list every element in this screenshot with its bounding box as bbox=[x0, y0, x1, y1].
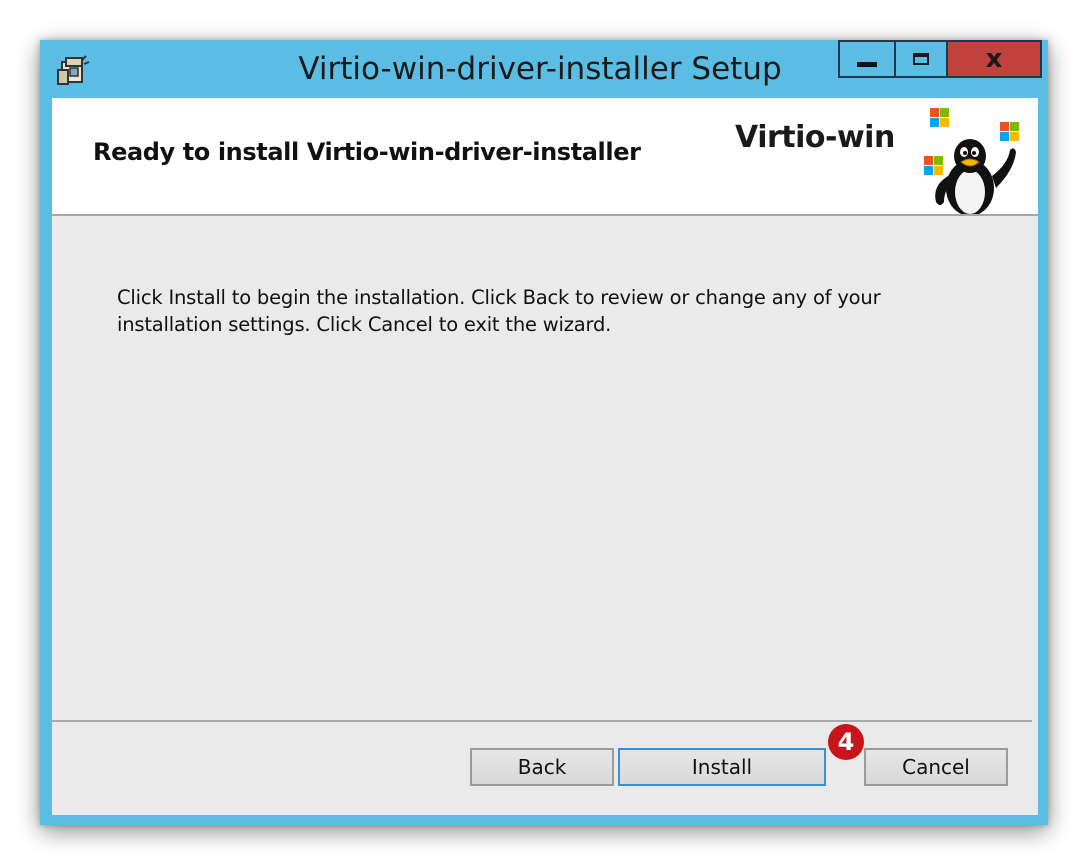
brand-name: Virtio-win bbox=[735, 120, 895, 155]
instruction-line-1: Click Install to begin the installation.… bbox=[117, 286, 881, 309]
tux-windows-logo-icon bbox=[914, 106, 1038, 216]
cancel-button[interactable]: Cancel bbox=[864, 748, 1008, 786]
install-button[interactable]: Install bbox=[618, 748, 826, 786]
wizard-client-area: Ready to install Virtio-win-driver-insta… bbox=[52, 98, 1038, 815]
title-bar[interactable]: Virtio-win-driver-installer Setup x bbox=[40, 40, 1048, 98]
wizard-banner: Ready to install Virtio-win-driver-insta… bbox=[52, 98, 1038, 216]
setup-window: Virtio-win-driver-installer Setup x Read… bbox=[40, 40, 1048, 825]
maximize-icon bbox=[913, 53, 929, 65]
minimize-button[interactable] bbox=[838, 40, 896, 78]
back-button[interactable]: Back bbox=[470, 748, 614, 786]
step-number-badge: 4 bbox=[828, 724, 864, 760]
window-title: Virtio-win-driver-installer Setup bbox=[298, 51, 782, 87]
page-title: Ready to install Virtio-win-driver-insta… bbox=[93, 138, 641, 166]
installer-package-icon bbox=[56, 52, 92, 88]
maximize-button[interactable] bbox=[896, 40, 948, 78]
instruction-line-2: installation settings. Click Cancel to e… bbox=[117, 313, 612, 336]
minimize-icon bbox=[857, 61, 877, 67]
close-icon: x bbox=[985, 44, 1003, 74]
instruction-text: Click Install to begin the installation.… bbox=[117, 284, 977, 338]
footer-divider bbox=[52, 720, 1032, 722]
close-button[interactable]: x bbox=[948, 40, 1042, 78]
